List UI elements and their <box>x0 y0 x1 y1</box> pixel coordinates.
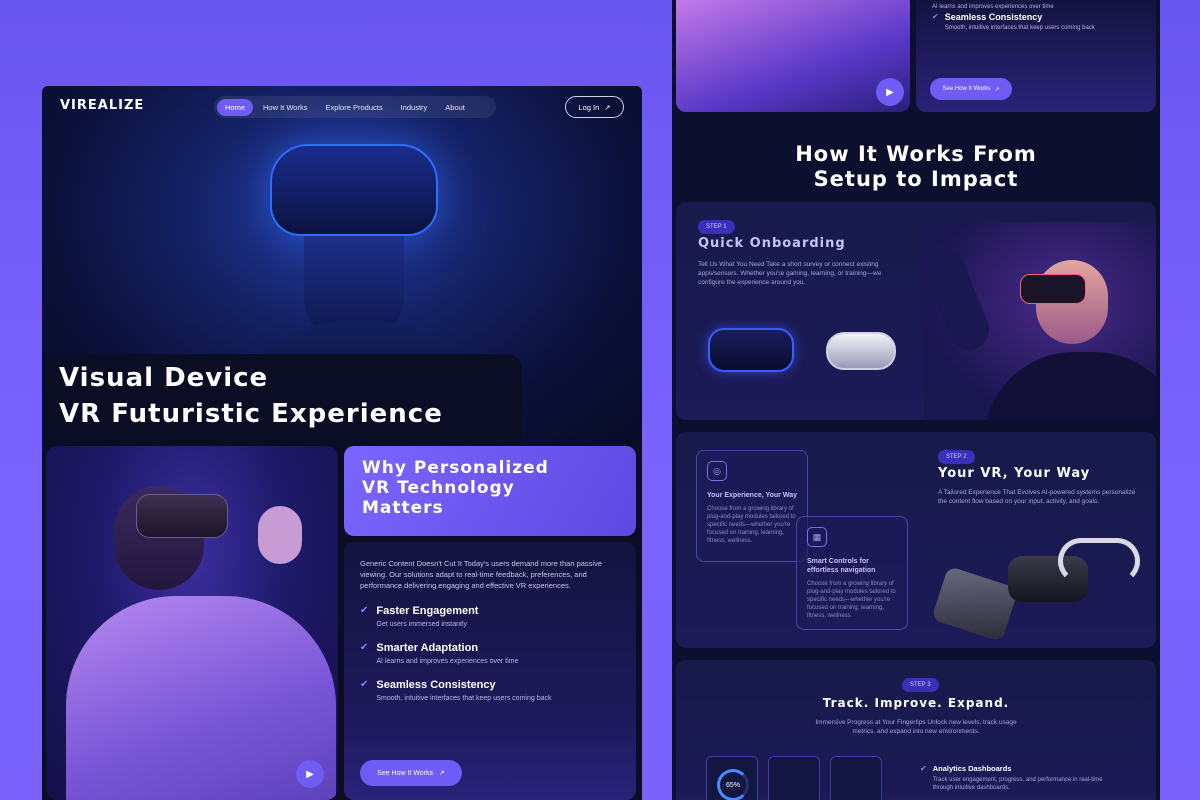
step-description: Immersive Progress at Your Fingertips Un… <box>815 719 1017 735</box>
button-label: See How It Works <box>942 86 991 92</box>
play-icon: ▶ <box>886 86 894 98</box>
step-badge: STEP 1 <box>698 220 735 234</box>
how-title-line2: Setup to Impact <box>813 167 1019 191</box>
dashboard-widget-chart <box>830 756 882 800</box>
nav-item-home[interactable]: Home <box>217 98 254 116</box>
vr-headset-image <box>270 144 438 236</box>
see-how-it-works-button[interactable]: See How It Works ↗ <box>930 78 1012 100</box>
check-icon: ✔ <box>360 605 369 616</box>
nav-item-how-it-works[interactable]: How It Works <box>255 99 315 116</box>
nav-item-explore-products[interactable]: Explore Products <box>317 99 390 116</box>
analytics-feature: ✔ Analytics Dashboards Track user engage… <box>920 764 1123 792</box>
step-2-card: ◎ Your Experience, Your Way Choose from … <box>676 432 1156 648</box>
why-personalized-card: Why Personalized VR Technology Matters <box>344 446 636 536</box>
top-navigation: VIREALIZE Home How It Works Explore Prod… <box>42 86 642 126</box>
feature-card-title: Smart Controls for effortless navigation <box>807 558 876 574</box>
vr-goggles-image <box>136 494 228 538</box>
why-info-card-bottom: AI learns and improves experiences over … <box>916 0 1156 112</box>
login-label: Log In <box>578 102 600 112</box>
step-3-card: STEP 3 Track. Improve. Expand. Immersive… <box>676 660 1156 800</box>
check-icon: ✔ <box>920 764 927 773</box>
feature-desc: AI learns and improves experiences over … <box>932 4 1054 10</box>
headset-part <box>931 565 1019 643</box>
why-description: Generic Content Doesn't Cut It Today's u… <box>360 559 603 590</box>
button-label: See How It Works <box>377 769 433 777</box>
woman-body-image <box>984 352 1156 420</box>
feature-card-experience: ◎ Your Experience, Your Way Choose from … <box>696 450 808 562</box>
feature-card-smart-controls: ▦ Smart Controls for effortless navigati… <box>796 516 908 630</box>
arrow-up-right-icon: ↗ <box>439 770 445 777</box>
how-it-works-title: How It Works From Setup to Impact <box>672 142 1160 192</box>
nav-menu: Home How It Works Explore Products Indus… <box>214 96 496 118</box>
why-title-line1: Why Personalized <box>362 458 549 478</box>
how-it-works-mockup: ▶ AI learns and improves experiences ove… <box>672 0 1160 800</box>
exploded-headset-image <box>931 536 1140 643</box>
person-vr-image-card: ▶ <box>676 0 910 112</box>
controls-icon: ▦ <box>807 527 827 547</box>
headset-strap <box>1058 538 1140 584</box>
check-icon: ✔ <box>360 642 369 653</box>
progress-ring: 65% <box>717 769 749 800</box>
woman-arm-image <box>916 238 996 356</box>
woman-vr-photo <box>916 222 1156 420</box>
arrow-up-right-icon: ↗ <box>604 102 611 112</box>
check-icon: ✔ <box>360 679 369 690</box>
vr-icon: ◎ <box>707 461 727 481</box>
step-description: Tell Us What You Need Take a short surve… <box>698 261 882 286</box>
step-1-card: STEP 1 Quick Onboarding Tell Us What You… <box>676 202 1156 420</box>
step-title: Your VR, Your Way <box>938 466 1091 481</box>
how-title-line1: How It Works From <box>795 142 1037 166</box>
play-button[interactable]: ▶ <box>876 78 904 106</box>
dashboard-widget-progress: 65% <box>706 756 758 800</box>
dashboard-widget-building <box>768 756 820 800</box>
feature-item: ✔ Smarter Adaptation AI learns and impro… <box>360 642 620 665</box>
feature-item: ✔ Faster Engagement Get users immersed i… <box>360 605 620 628</box>
step-title: Quick Onboarding <box>698 236 846 251</box>
why-title-line3: Matters <box>362 498 444 518</box>
feature-title: Seamless Consistency <box>376 679 496 691</box>
hero-title-line1: Visual Device <box>59 363 269 393</box>
feature-desc: AI learns and improves experiences over … <box>376 658 519 665</box>
feature-card-title: Your Experience, Your Way <box>707 492 797 499</box>
analytics-title: Analytics Dashboards <box>932 764 1012 773</box>
feature-title: Smarter Adaptation <box>376 642 479 654</box>
logo[interactable]: VIREALIZE <box>60 98 144 113</box>
login-button[interactable]: Log In ↗ <box>565 96 624 118</box>
why-title-line2: VR Technology <box>362 478 515 498</box>
step-badge: STEP 2 <box>938 450 975 464</box>
feature-desc: Get users immersed instantly <box>376 621 468 628</box>
nav-item-industry[interactable]: Industry <box>393 99 436 116</box>
nav-item-about[interactable]: About <box>437 99 473 116</box>
feature-title: Seamless Consistency <box>944 12 1043 22</box>
landing-page-mockup: VIREALIZE Home How It Works Explore Prod… <box>42 86 642 800</box>
feature-desc: Smooth, intuitive interfaces that keep u… <box>944 25 1095 31</box>
vr-goggles-white-image <box>826 332 896 370</box>
arrow-up-right-icon: ↗ <box>994 86 1000 93</box>
step-description: A Tailored Experience That Evolves AI-po… <box>938 489 1136 505</box>
feature-desc: Smooth, intuitive interfaces that keep u… <box>376 695 552 702</box>
step-title: Track. Improve. Expand. <box>822 696 1010 710</box>
hero-title: Visual Device VR Futuristic Experience <box>42 354 522 452</box>
hero-title-line2: VR Futuristic Experience <box>59 396 461 432</box>
see-how-it-works-button[interactable]: See How It Works ↗ <box>360 760 462 786</box>
person-vr-image-card: ▶ <box>46 446 338 800</box>
vr-goggles-blue-image <box>708 328 794 372</box>
play-icon: ▶ <box>306 768 314 780</box>
check-icon: ✔ <box>932 12 939 21</box>
analytics-desc: Track user engagement, progress, and per… <box>932 777 1103 791</box>
vr-headset-image <box>1020 274 1086 304</box>
feature-title: Faster Engagement <box>376 605 479 617</box>
feature-item: ✔ Seamless Consistency Smooth, intuitive… <box>932 12 1095 31</box>
feature-card-desc: Choose from a growing library of plug-an… <box>807 581 896 619</box>
feature-card-desc: Choose from a growing library of plug-an… <box>707 506 796 544</box>
person-hand-image <box>258 506 302 564</box>
step-badge: STEP 3 <box>902 678 939 692</box>
play-button[interactable]: ▶ <box>296 760 324 788</box>
feature-item: ✔ Seamless Consistency Smooth, intuitive… <box>360 679 620 702</box>
why-info-card: Generic Content Doesn't Cut It Today's u… <box>344 542 636 800</box>
